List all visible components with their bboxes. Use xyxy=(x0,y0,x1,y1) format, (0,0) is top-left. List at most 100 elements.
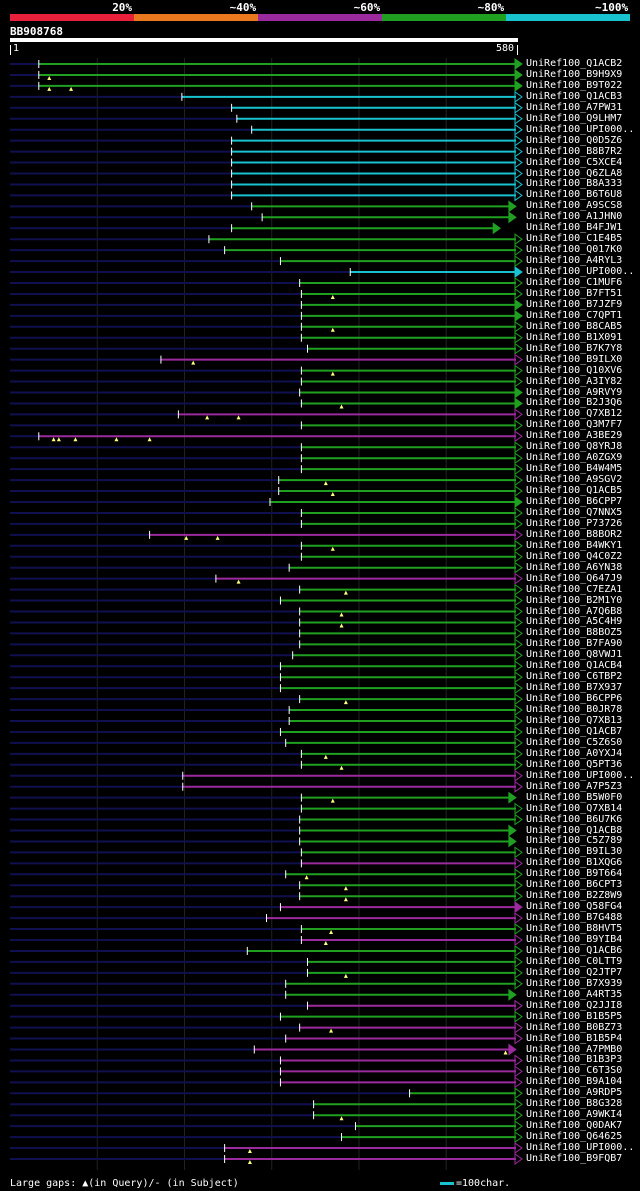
hit-label[interactable]: UniRef100_Q1ACB5 xyxy=(526,485,622,496)
hit-label[interactable]: UniRef100_B8BOR2 xyxy=(526,529,622,540)
hit-label[interactable]: UniRef100_Q6ZLA8 xyxy=(526,168,622,179)
hit-label[interactable]: UniRef100_B2M1Y0 xyxy=(526,595,622,606)
hit-label[interactable]: UniRef100_B8A333 xyxy=(526,178,622,189)
hit-label[interactable]: UniRef100_A9SCS8 xyxy=(526,200,622,211)
hit-label[interactable]: UniRef100_B1X091 xyxy=(526,332,622,343)
hit-label[interactable]: UniRef100_B0BZ73 xyxy=(526,1022,622,1033)
hit-label[interactable]: UniRef100_A7PW31 xyxy=(526,102,622,113)
hit-label[interactable]: UniRef100_A9WKI4 xyxy=(526,1109,622,1120)
hit-label[interactable]: UniRef100_B8CAB5 xyxy=(526,321,622,332)
hit-label[interactable]: UniRef100_A3IY82 xyxy=(526,376,622,387)
hit-label[interactable]: UniRef100_B7X937 xyxy=(526,682,622,693)
hit-label[interactable]: UniRef100_C7EZA1 xyxy=(526,584,622,595)
hit-label[interactable]: UniRef100_A0YXJ4 xyxy=(526,748,622,759)
hit-label[interactable]: UniRef100_A7P5Z3 xyxy=(526,781,622,792)
hit-label[interactable]: UniRef100_Q9LHM7 xyxy=(526,113,622,124)
hit-label[interactable]: UniRef100_B9YIB4 xyxy=(526,934,622,945)
hit-label[interactable]: UniRef100_B2Z8W9 xyxy=(526,890,622,901)
hit-label[interactable]: UniRef100_Q10XV6 xyxy=(526,365,622,376)
hit-label[interactable]: UniRef100_Q8VWJ1 xyxy=(526,649,622,660)
hit-label[interactable]: UniRef100_Q7XB14 xyxy=(526,803,622,814)
hit-label[interactable]: UniRef100_UPI000.. xyxy=(526,1142,634,1153)
hit-label[interactable]: UniRef100_B4WKY1 xyxy=(526,540,622,551)
hit-label[interactable]: UniRef100_UPI000.. xyxy=(526,266,634,277)
hit-label[interactable]: UniRef100_Q0DAK7 xyxy=(526,1120,622,1131)
hit-label[interactable]: UniRef100_B7G488 xyxy=(526,912,622,923)
hit-label[interactable]: UniRef100_A7PMB0 xyxy=(526,1044,622,1055)
hit-label[interactable]: UniRef100_Q7XB12 xyxy=(526,408,622,419)
hit-label[interactable]: UniRef100_C5Z6S0 xyxy=(526,737,622,748)
hit-label[interactable]: UniRef100_UPI000.. xyxy=(526,124,634,135)
hit-label[interactable]: UniRef100_Q7XB13 xyxy=(526,715,622,726)
hit-label[interactable]: UniRef100_A9RDP5 xyxy=(526,1087,622,1098)
hit-label[interactable]: UniRef100_Q1ACB7 xyxy=(526,726,622,737)
hit-label[interactable]: UniRef100_B7FA90 xyxy=(526,638,622,649)
hit-label[interactable]: UniRef100_B6U7K6 xyxy=(526,814,622,825)
hit-label[interactable]: UniRef100_B2J3Q6 xyxy=(526,397,622,408)
hit-label[interactable]: UniRef100_C7QPT1 xyxy=(526,310,622,321)
hit-label[interactable]: UniRef100_A6YN38 xyxy=(526,562,622,573)
hit-label[interactable]: UniRef100_B1B3P3 xyxy=(526,1054,622,1065)
hit-label[interactable]: UniRef100_B9A104 xyxy=(526,1076,622,1087)
hit-label[interactable]: UniRef100_B6CPT3 xyxy=(526,879,622,890)
hit-label[interactable]: UniRef100_A3BE29 xyxy=(526,430,622,441)
hit-label[interactable]: UniRef100_B7X939 xyxy=(526,978,622,989)
hit-label[interactable]: UniRef100_B8BOZ5 xyxy=(526,627,622,638)
hit-label[interactable]: UniRef100_B9H9X9 xyxy=(526,69,622,80)
hit-label[interactable]: UniRef100_B6CPP7 xyxy=(526,496,622,507)
hit-label[interactable]: UniRef100_B8B7R2 xyxy=(526,146,622,157)
hit-label[interactable]: UniRef100_B9T022 xyxy=(526,80,622,91)
hit-label[interactable]: UniRef100_Q1ACB2 xyxy=(526,58,622,69)
hit-label[interactable]: UniRef100_B4W4M5 xyxy=(526,463,622,474)
hit-label[interactable]: UniRef100_C5Z789 xyxy=(526,835,622,846)
hit-label[interactable]: UniRef100_Q2JTP7 xyxy=(526,967,622,978)
hit-label[interactable]: UniRef100_B6T6U8 xyxy=(526,189,622,200)
hit-label[interactable]: UniRef100_UPI000.. xyxy=(526,770,634,781)
hit-label[interactable]: UniRef100_B7FT51 xyxy=(526,288,622,299)
hit-label[interactable]: UniRef100_Q647J9 xyxy=(526,573,622,584)
hit-label[interactable]: UniRef100_B4FJW1 xyxy=(526,222,622,233)
hit-label[interactable]: UniRef100_B1XQG6 xyxy=(526,857,622,868)
hit-label[interactable]: UniRef100_A1JHN0 xyxy=(526,211,622,222)
hit-label[interactable]: UniRef100_B6CPP6 xyxy=(526,693,622,704)
hit-label[interactable]: UniRef100_B0JR78 xyxy=(526,704,622,715)
hit-label[interactable]: UniRef100_A0ZGX9 xyxy=(526,452,622,463)
hit-label[interactable]: UniRef100_Q8YRJ8 xyxy=(526,441,622,452)
hit-label[interactable]: UniRef100_C5XCE4 xyxy=(526,157,622,168)
hit-label[interactable]: UniRef100_B7K7Y8 xyxy=(526,343,622,354)
hit-label[interactable]: UniRef100_Q5PT36 xyxy=(526,759,622,770)
hit-label[interactable]: UniRef100_C1E4B5 xyxy=(526,233,622,244)
hit-label[interactable]: UniRef100_C1MUF6 xyxy=(526,277,622,288)
hit-label[interactable]: UniRef100_B9ILX0 xyxy=(526,354,622,365)
hit-label[interactable]: UniRef100_Q017K0 xyxy=(526,244,622,255)
hit-label[interactable]: UniRef100_Q1ACB4 xyxy=(526,660,622,671)
hit-label[interactable]: UniRef100_A9SGV2 xyxy=(526,474,622,485)
hit-label[interactable]: UniRef100_A4RYL3 xyxy=(526,255,622,266)
hit-label[interactable]: UniRef100_Q64625 xyxy=(526,1131,622,1142)
hit-label[interactable]: UniRef100_B5W0F0 xyxy=(526,792,622,803)
hit-label[interactable]: UniRef100_A9RVY9 xyxy=(526,387,622,398)
hit-label[interactable]: UniRef100_P73726 xyxy=(526,518,622,529)
hit-label[interactable]: UniRef100_Q7NNX5 xyxy=(526,507,622,518)
hit-label[interactable]: UniRef100_C0LTT9 xyxy=(526,956,622,967)
hit-label[interactable]: UniRef100_C6TBP2 xyxy=(526,671,622,682)
hit-label[interactable]: UniRef100_B8G328 xyxy=(526,1098,622,1109)
hit-label[interactable]: UniRef100_Q1ACB3 xyxy=(526,91,622,102)
hit-label[interactable]: UniRef100_A7Q6B8 xyxy=(526,606,622,617)
hit-label[interactable]: UniRef100_A4RT35 xyxy=(526,989,622,1000)
hit-label[interactable]: UniRef100_Q1ACB6 xyxy=(526,945,622,956)
hit-label[interactable]: UniRef100_Q3M7F7 xyxy=(526,419,622,430)
hit-label[interactable]: UniRef100_B1B5P4 xyxy=(526,1033,622,1044)
hit-label[interactable]: UniRef100_Q2JJI8 xyxy=(526,1000,622,1011)
hit-label[interactable]: UniRef100_Q0D5Z6 xyxy=(526,135,622,146)
hit-label[interactable]: UniRef100_B7JZF9 xyxy=(526,299,622,310)
hit-label[interactable]: UniRef100_Q1ACB8 xyxy=(526,825,622,836)
hit-label[interactable]: UniRef100_B9T664 xyxy=(526,868,622,879)
hit-label[interactable]: UniRef100_Q58FG4 xyxy=(526,901,622,912)
hit-label[interactable]: UniRef100_A5C4H9 xyxy=(526,616,622,627)
hit-label[interactable]: UniRef100_Q4C0Z2 xyxy=(526,551,622,562)
hit-label[interactable]: UniRef100_C6T3S0 xyxy=(526,1065,622,1076)
hit-label[interactable]: UniRef100_B9IL30 xyxy=(526,846,622,857)
hit-label[interactable]: UniRef100_B9FQB7 xyxy=(526,1153,622,1164)
hit-label[interactable]: UniRef100_B8HVT5 xyxy=(526,923,622,934)
